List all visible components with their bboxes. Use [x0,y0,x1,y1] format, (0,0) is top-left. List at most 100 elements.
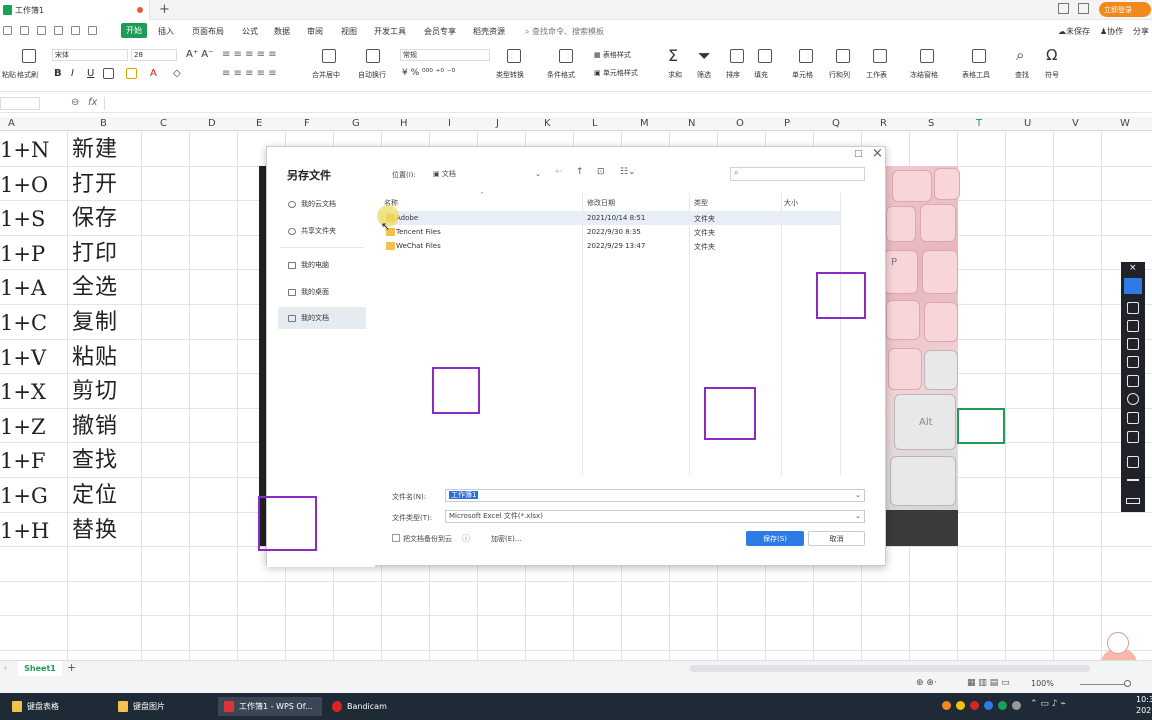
type-convert-icon[interactable] [507,49,521,63]
symbol-icon[interactable]: Ω [1046,46,1057,64]
new-tab-button[interactable]: + [159,2,170,17]
cell-shortcut-label[interactable]: 粘贴 [72,341,118,375]
preview-quick-icon[interactable] [54,26,63,35]
unsaved-status[interactable]: ☁未保存 [1058,26,1090,37]
column-header-i[interactable]: I [448,118,451,129]
undo-icon[interactable] [71,26,80,35]
cell-shortcut-keys[interactable]: 1+Z [0,410,67,444]
column-header-s[interactable]: S [928,118,934,129]
fill-icon[interactable] [758,49,772,63]
tab-nav-icon[interactable]: ‹ [4,664,7,672]
cell-shortcut-label[interactable]: 替换 [72,514,118,548]
wrap-text-label[interactable]: 自动换行 [358,70,386,80]
column-header-u[interactable]: U [1024,118,1031,129]
filetype-select[interactable]: Microsoft Excel 文件(*.xlsx) ⌄ [445,510,865,523]
find-label[interactable]: 查找 [1015,70,1029,80]
sidebar-item-cloud-docs[interactable]: 我的云文档 [278,193,366,215]
arrow-icon[interactable] [1127,356,1139,368]
column-header-p[interactable]: P [784,118,790,129]
fx-icon[interactable]: fx [88,97,97,108]
column-header-t[interactable]: T [976,118,982,129]
cell-shortcut-label[interactable]: 新建 [72,133,118,167]
up-icon[interactable]: ↑ [576,167,584,177]
tab-home[interactable]: 开始 [121,23,147,38]
cell-shortcut-label[interactable]: 撤销 [72,410,118,444]
cell-shortcut-keys[interactable]: 1+V [0,341,67,375]
conditional-format-label[interactable]: 条件格式 [547,70,575,80]
backup-checkbox[interactable] [392,534,400,542]
italic-icon[interactable]: I [71,68,74,79]
cell-shortcut-label[interactable]: 复制 [72,306,118,340]
select-pointer-icon[interactable] [1124,278,1142,294]
tab-formulas[interactable]: 公式 [242,26,258,37]
column-header-c[interactable]: C [160,118,167,129]
tab-docer[interactable]: 稻壳资源 [473,26,505,37]
column-header-d[interactable]: D [208,118,216,129]
merge-center-label[interactable]: 合并居中 [312,70,340,80]
column-header-b[interactable]: B [100,118,107,129]
tray-icon[interactable] [942,701,951,710]
ellipse-icon[interactable] [1127,393,1139,405]
tab-review[interactable]: 审阅 [307,26,323,37]
sum-icon[interactable]: Σ [668,46,678,65]
tray-system-icons[interactable]: ⌃ ▭ ♪ ⌁ [1030,699,1066,709]
header-size[interactable]: 大小 [784,198,798,208]
wrap-text-icon[interactable] [366,49,380,63]
cell-shortcut-keys[interactable]: 1+G [0,479,67,513]
filter-icon[interactable]: ⏷ [698,46,711,66]
row-col-label[interactable]: 行和列 [829,70,850,80]
tray-icon[interactable] [984,701,993,710]
line-icon[interactable] [1127,338,1139,350]
file-row[interactable]: Tencent Files 2022/9/30 8:35 文件夹 [380,225,840,239]
view-icons[interactable]: ⊕ ⊕· [916,678,937,688]
cell-shortcut-keys[interactable]: 1+S [0,202,67,236]
font-color-icon[interactable]: A [150,68,157,79]
fill-color-icon[interactable] [126,68,137,79]
encrypt-button[interactable]: 加密(E)... [491,534,522,544]
paste-label[interactable]: 粘贴 [2,70,16,80]
close-icon[interactable]: × [1129,263,1137,273]
type-convert-label[interactable]: 类型转换 [496,70,524,80]
text-icon[interactable] [1127,412,1139,424]
align-top-icons[interactable]: ≡ ≡ ≡ ≡ ≡ [222,49,277,60]
marker-icon[interactable] [1127,320,1139,332]
column-header-m[interactable]: M [640,118,649,129]
active-cell[interactable] [957,408,1005,444]
cell-shortcut-label[interactable]: 保存 [72,202,118,236]
print-quick-icon[interactable] [37,26,46,35]
zoom-slider[interactable] [1080,684,1130,685]
freeze-panes-label[interactable]: 冻结窗格 [910,70,938,80]
symbol-label[interactable]: 符号 [1045,70,1059,80]
formula-input[interactable] [104,97,1149,110]
save-button[interactable]: 保存(S) [746,531,804,546]
zoom-slider-handle[interactable] [1124,680,1131,687]
align-left-icons[interactable]: ≡ ≡ ≡ ≡ ≡ [222,68,277,79]
table-tools-icon[interactable] [972,49,986,63]
keyboard-photo[interactable]: P Alt [884,166,960,546]
tab-page-layout[interactable]: 页面布局 [192,26,224,37]
table-style-button[interactable]: ▦ 表格样式 [594,50,631,60]
column-header-o[interactable]: O [736,118,744,129]
cells-icon[interactable] [799,49,813,63]
cell-shortcut-label[interactable]: 打印 [72,237,118,271]
grid-icon[interactable] [1078,3,1089,14]
cell-shortcut-keys[interactable]: 1+P [0,237,67,271]
column-header-e[interactable]: E [256,118,262,129]
eraser-icon[interactable] [1127,431,1139,443]
tab-data[interactable]: 数据 [274,26,290,37]
pen-icon[interactable] [1127,302,1139,314]
save-quick-icon[interactable] [20,26,29,35]
collaborate-button[interactable]: ♟协作 [1100,26,1123,37]
tray-icon[interactable] [1012,701,1021,710]
find-icon[interactable]: ⌕ [1016,46,1024,64]
file-row[interactable]: WeChat Files 2022/9/29 13:47 文件夹 [380,239,840,253]
row-col-icon[interactable] [836,49,850,63]
name-box[interactable] [0,97,40,110]
cell-shortcut-keys[interactable]: 1+O [0,168,67,202]
document-tab[interactable]: 工作簿1 [0,0,150,20]
fill-label[interactable]: 填充 [754,70,768,80]
thickness-icon[interactable] [1127,479,1139,481]
cell-shortcut-keys[interactable]: 1+F [0,444,67,478]
filename-input[interactable]: 工作簿1 ⌄ [445,489,865,502]
column-header-h[interactable]: H [400,118,408,129]
